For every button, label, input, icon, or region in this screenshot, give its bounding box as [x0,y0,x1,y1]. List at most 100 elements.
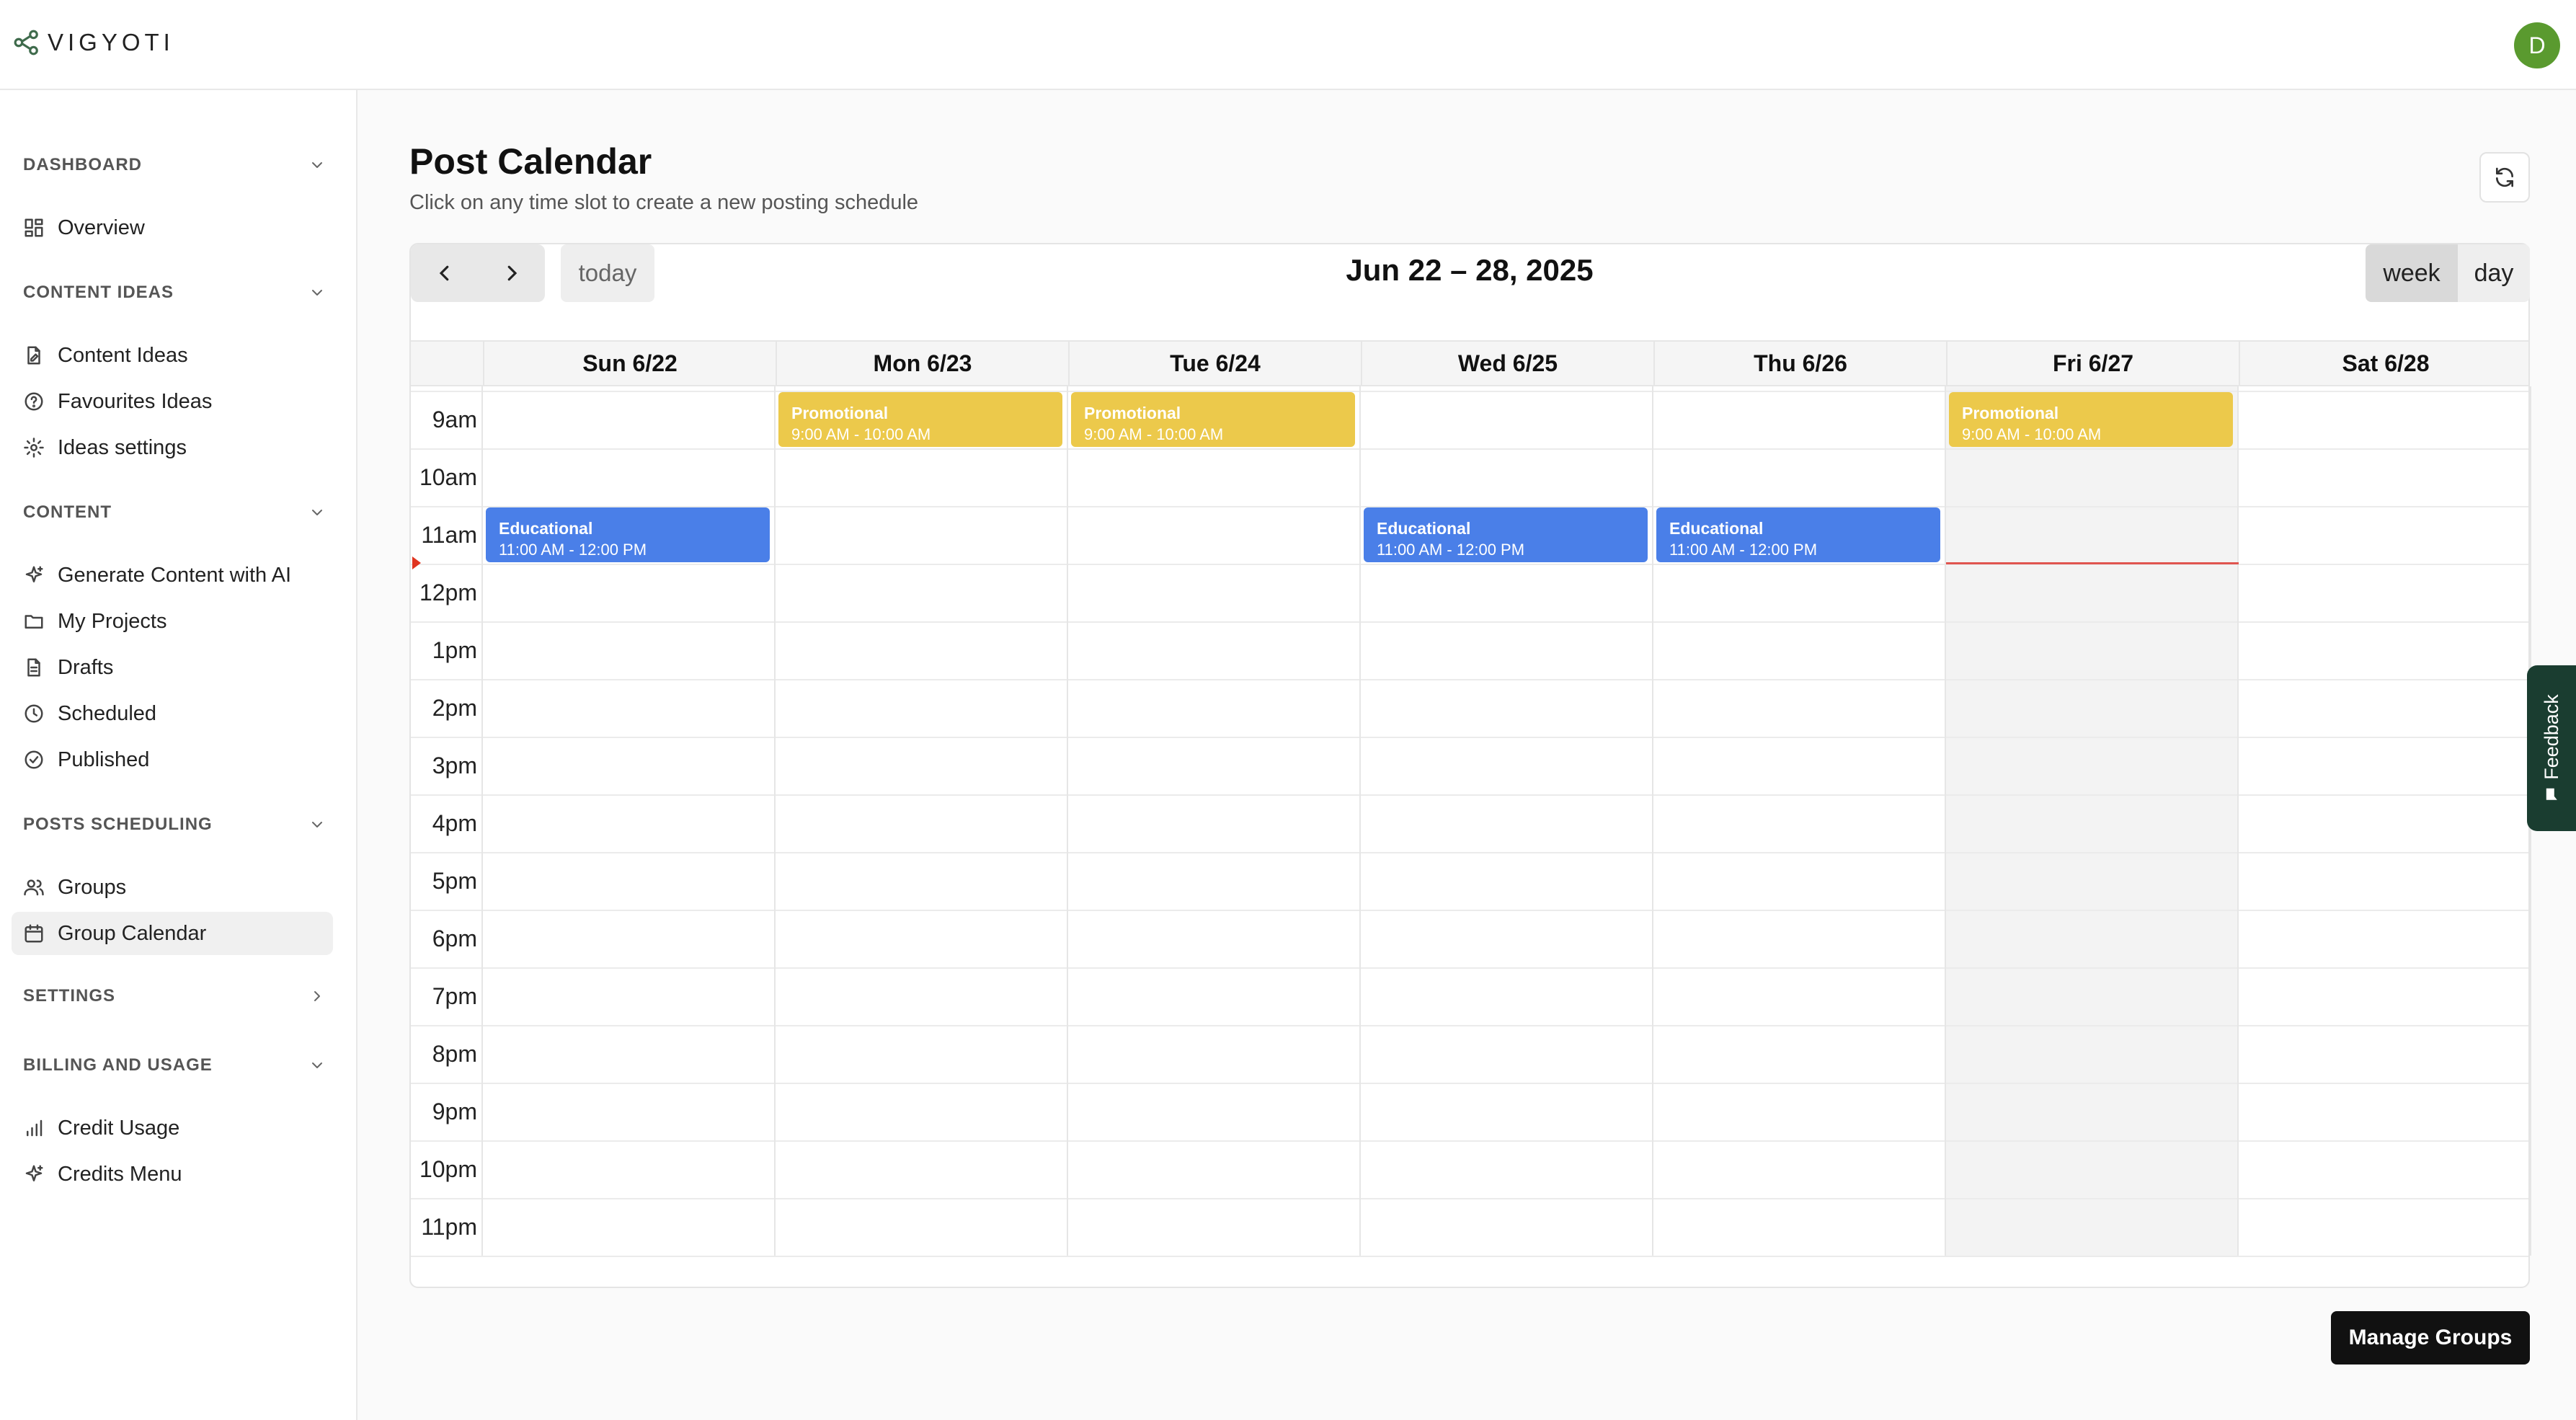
time-slot-cell[interactable] [1070,796,1361,852]
section-content-ideas[interactable]: CONTENT IDEAS [23,278,326,307]
time-slot-cell[interactable] [1947,738,2239,794]
time-slot-cell[interactable] [1947,507,2239,564]
time-slot-cell[interactable] [1947,680,2239,737]
time-slot-cell[interactable] [777,1142,1068,1198]
time-slot-cell[interactable] [1070,565,1361,621]
time-slot-cell[interactable] [1070,1084,1361,1140]
sidebar-item-drafts[interactable]: Drafts [12,646,333,689]
time-slot-cell[interactable] [777,969,1068,1025]
refresh-button[interactable] [2479,152,2530,203]
time-slot-cell[interactable] [1655,565,1946,621]
time-slot-cell[interactable] [1070,1199,1361,1256]
time-slot-cell[interactable] [1362,623,1653,679]
time-slot-cell[interactable] [2240,738,2531,794]
time-slot-cell[interactable] [1655,796,1946,852]
time-slot-cell[interactable] [1947,1142,2239,1198]
time-slot-cell[interactable] [2240,623,2531,679]
time-slot-cell[interactable] [1070,911,1361,967]
time-slot-cell[interactable] [2240,392,2531,448]
time-slot-cell[interactable] [1362,796,1653,852]
time-slot-cell[interactable] [777,450,1068,506]
time-slot-cell[interactable] [1362,392,1653,448]
time-slot-cell[interactable] [484,623,776,679]
week-view-button[interactable]: week [2366,244,2458,302]
event-promotional[interactable]: Promotional 9:00 AM - 10:00 AM [1071,392,1355,447]
sidebar-item-credits-menu[interactable]: Credits Menu [12,1153,333,1196]
time-slot-cell[interactable] [484,450,776,506]
time-slot-cell[interactable] [1362,738,1653,794]
time-slot-cell[interactable] [1655,1142,1946,1198]
time-slot-cell[interactable] [1362,1084,1653,1140]
event-educational[interactable]: Educational 11:00 AM - 12:00 PM [486,507,770,562]
time-slot-cell[interactable] [1362,969,1653,1025]
time-slot-cell[interactable] [1947,565,2239,621]
time-slot-cell[interactable] [777,507,1068,564]
time-slot-cell[interactable] [484,680,776,737]
time-slot-cell[interactable] [484,1142,776,1198]
time-slot-cell[interactable] [2240,969,2531,1025]
event-promotional[interactable]: Promotional 9:00 AM - 10:00 AM [778,392,1062,447]
time-slot-cell[interactable] [2240,1084,2531,1140]
time-slot-cell[interactable] [1947,911,2239,967]
time-slot-cell[interactable] [1070,1142,1361,1198]
time-slot-cell[interactable] [1362,680,1653,737]
time-slot-cell[interactable] [777,853,1068,910]
avatar[interactable]: D [2514,22,2560,68]
time-slot-cell[interactable] [2240,565,2531,621]
time-slot-cell[interactable] [1070,507,1361,564]
sidebar-item-credit-usage[interactable]: Credit Usage [12,1106,333,1150]
time-slot-cell[interactable] [1070,680,1361,737]
section-settings[interactable]: SETTINGS [23,982,326,1011]
time-slot-cell[interactable] [1947,969,2239,1025]
time-slot-cell[interactable] [1070,450,1361,506]
time-slot-cell[interactable] [777,796,1068,852]
manage-groups-button[interactable]: Manage Groups [2331,1311,2530,1364]
time-slot-cell[interactable] [1947,1084,2239,1140]
logo[interactable]: VIGYOTI [13,29,174,56]
sidebar-item-ideas-settings[interactable]: Ideas settings [12,426,333,469]
time-slot-cell[interactable] [1947,623,2239,679]
time-slot-cell[interactable] [1655,911,1946,967]
time-slot-cell[interactable] [1362,911,1653,967]
time-slot-cell[interactable] [484,392,776,448]
time-slot-cell[interactable] [1947,1026,2239,1083]
section-billing-and-usage[interactable]: BILLING AND USAGE [23,1051,326,1080]
time-slot-cell[interactable] [484,1026,776,1083]
time-slot-cell[interactable] [484,1199,776,1256]
feedback-tab[interactable]: Feedback [2527,665,2576,831]
sidebar-item-groups[interactable]: Groups [12,866,333,909]
time-slot-cell[interactable] [777,565,1068,621]
time-slot-cell[interactable] [1070,969,1361,1025]
time-slot-cell[interactable] [1655,623,1946,679]
time-slot-cell[interactable] [1947,450,2239,506]
time-slot-cell[interactable] [1070,1026,1361,1083]
time-slot-cell[interactable] [1362,450,1653,506]
time-slot-cell[interactable] [1655,853,1946,910]
event-promotional[interactable]: Promotional 9:00 AM - 10:00 AM [1949,392,2233,447]
time-slot-cell[interactable] [1070,738,1361,794]
time-slot-cell[interactable] [2240,853,2531,910]
time-slot-cell[interactable] [2240,1026,2531,1083]
time-slot-cell[interactable] [484,796,776,852]
time-slot-cell[interactable] [1655,1084,1946,1140]
time-slot-cell[interactable] [1362,1026,1653,1083]
time-slot-cell[interactable] [777,1199,1068,1256]
time-slot-cell[interactable] [2240,680,2531,737]
time-slot-cell[interactable] [1655,738,1946,794]
time-slot-cell[interactable] [1362,565,1653,621]
time-slot-cell[interactable] [2240,911,2531,967]
time-slot-cell[interactable] [484,738,776,794]
time-slot-cell[interactable] [2240,450,2531,506]
time-slot-cell[interactable] [777,1026,1068,1083]
time-slot-cell[interactable] [484,911,776,967]
sidebar-item-scheduled[interactable]: Scheduled [12,692,333,735]
event-educational[interactable]: Educational 11:00 AM - 12:00 PM [1364,507,1648,562]
sidebar-item-favourites-ideas[interactable]: Favourites Ideas [12,380,333,423]
time-slot-cell[interactable] [2240,1199,2531,1256]
time-slot-cell[interactable] [484,853,776,910]
time-slot-cell[interactable] [1655,1026,1946,1083]
time-slot-cell[interactable] [1947,796,2239,852]
time-slot-cell[interactable] [777,738,1068,794]
sidebar-item-overview[interactable]: Overview [12,206,333,249]
day-view-button[interactable]: day [2458,244,2530,302]
